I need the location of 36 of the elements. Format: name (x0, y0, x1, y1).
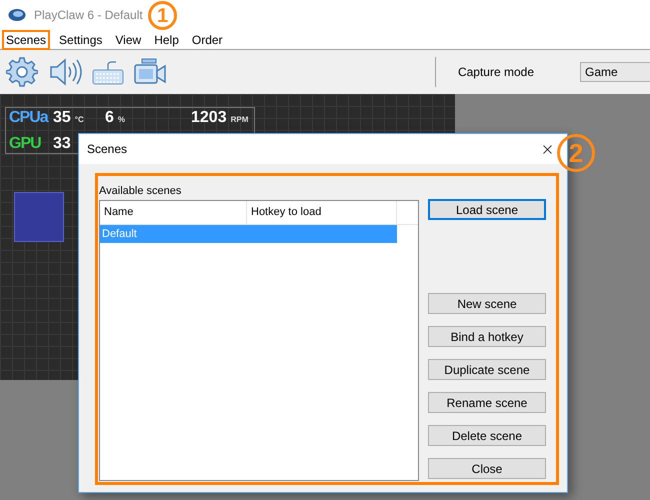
column-header[interactable]: Name (100, 201, 247, 224)
dialog-button[interactable]: Bind a hotkey (428, 326, 546, 347)
list-cell-text: Default (101, 226, 138, 242)
gear-icon[interactable] (6, 56, 38, 88)
group-label: Available scenes (99, 184, 182, 199)
speaker-icon[interactable] (48, 56, 82, 88)
dialog-button[interactable]: Close (428, 458, 546, 479)
capture-mode-label: Capture mode (458, 64, 534, 81)
app-logo-icon (8, 8, 26, 22)
dialog-button[interactable]: Rename scene (428, 392, 546, 413)
sensor-unit: RPM (230, 114, 248, 126)
video-camera-icon[interactable] (134, 57, 166, 87)
menu-item[interactable]: Help (152, 32, 181, 48)
sensor-unit: °C (74, 114, 84, 126)
sensor-value: 33 (53, 134, 71, 154)
menu-item[interactable]: Order (190, 32, 225, 48)
callout-number: 2 (557, 134, 595, 172)
dialog-button[interactable]: New scene (428, 293, 546, 314)
menu-item[interactable]: Settings (57, 32, 104, 48)
sensor-unit: % (118, 114, 126, 126)
menu-item[interactable]: View (113, 32, 144, 48)
capture-mode-dropdown[interactable]: Game (580, 62, 650, 82)
dialog-button[interactable]: Delete scene (428, 425, 546, 446)
sensor-value: 35 (53, 108, 71, 128)
sensor-name: CPUa (9, 108, 50, 128)
sensor-value: 1203 (191, 108, 227, 128)
sensor-name: GPU (9, 134, 42, 154)
window-title: PlayClaw 6 - Default (34, 7, 143, 24)
overlay-square[interactable] (14, 192, 64, 242)
callout-number: 1 (148, 1, 177, 30)
dialog-button[interactable]: Load scene (428, 199, 546, 220)
scenes-list[interactable]: Name Hotkey to load Default (99, 200, 419, 481)
sensor-value: 6 (105, 108, 114, 128)
dialog-button[interactable]: Duplicate scene (428, 359, 546, 380)
menu-item[interactable]: Scenes (4, 32, 48, 48)
column-header[interactable]: Hotkey to load (247, 201, 397, 224)
